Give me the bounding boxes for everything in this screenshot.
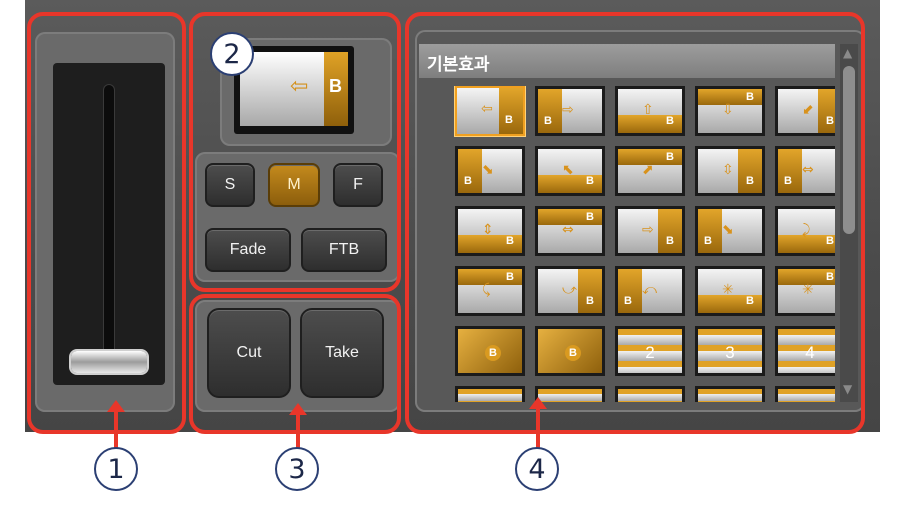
callout-1: 1 (94, 447, 138, 491)
leader-1 (114, 410, 118, 448)
callout-3: 3 (275, 447, 319, 491)
annotation-box-1 (27, 12, 186, 434)
leader-3 (296, 413, 300, 448)
annotation-box-4 (405, 12, 865, 434)
callout-4: 4 (515, 447, 559, 491)
callout-2: 2 (210, 32, 254, 76)
leader-4 (536, 407, 540, 448)
